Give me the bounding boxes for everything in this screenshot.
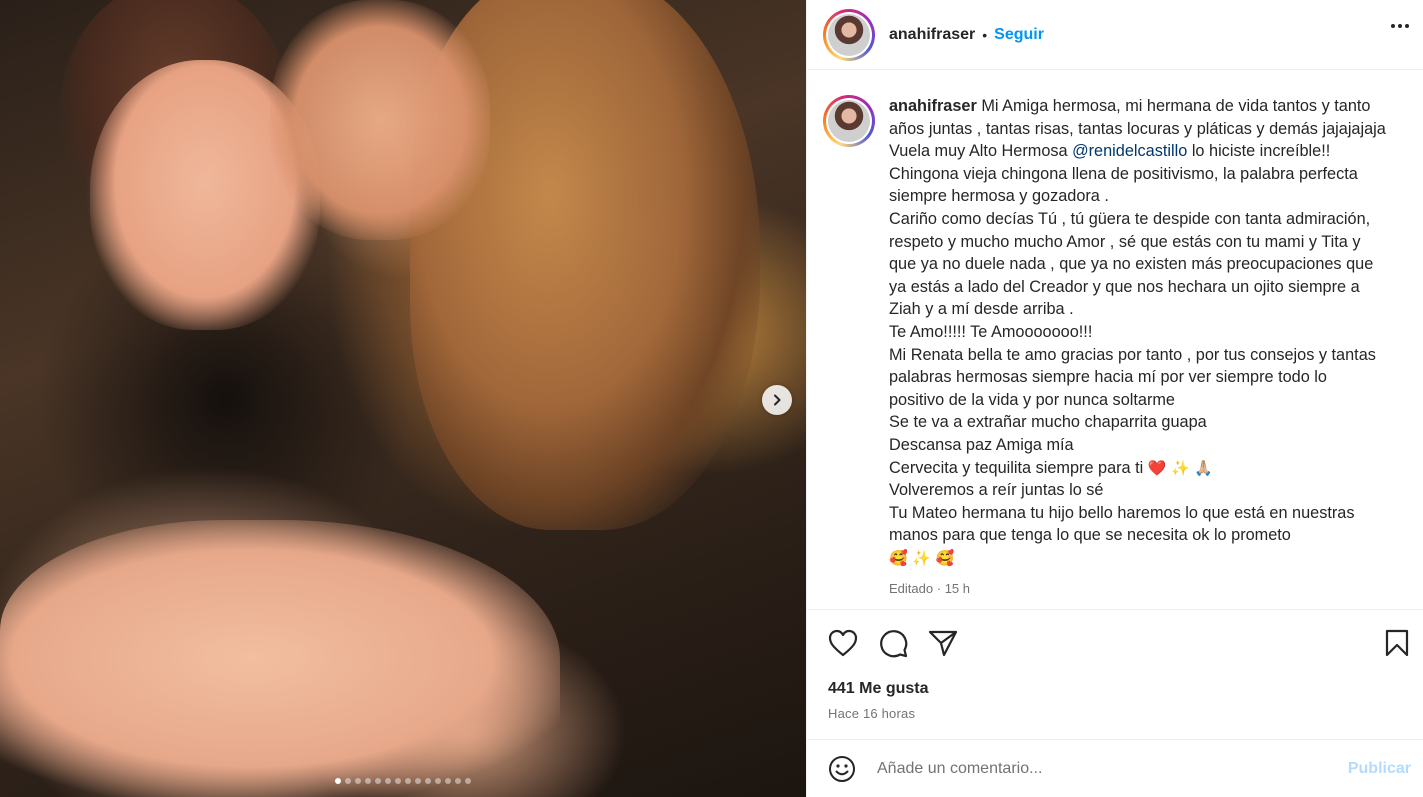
actions-section: 441 Me gusta Hace 16 horas [807,609,1423,721]
caption-line: anahifraser Mi Amiga hermosa, mi hermana… [889,95,1409,118]
carousel-dot [375,778,381,784]
caption-line: respeto y mucho mucho Amor , sé que está… [889,232,1361,251]
photo-shape [0,520,560,797]
caption-line: Se te va a extrañar mucho chaparrita gua… [889,413,1207,432]
publish-button[interactable]: Publicar [1348,760,1411,778]
send-icon [928,630,958,657]
carousel-dot [435,778,441,784]
caption-line-text: Vuela muy Alto Hermosa [889,142,1068,161]
avatar[interactable] [823,8,875,61]
likes-count[interactable]: 441 Me gusta [828,680,928,698]
caption-line: Vuela muy Alto Hermosa @renidelcastillo … [889,140,1409,163]
heart-emoji: ❤️ [1147,458,1167,477]
smiling-hearts-emoji: 🥰 [935,548,955,567]
edited-time[interactable]: 15 h [945,581,970,596]
caption-line: Tu Mateo hermana tu hijo bello haremos l… [889,503,1355,522]
carousel-dot [365,778,371,784]
like-button[interactable] [827,627,859,659]
caption-line: Te Amo!!!!! Te Amooooooo!!! [889,322,1093,341]
caption-line: Cervecita y tequilita siempre para ti ❤️… [889,457,1409,480]
comment-icon [880,630,908,658]
carousel-dot [445,778,451,784]
post-timestamp[interactable]: Hace 16 horas [828,706,915,721]
share-button[interactable] [927,627,959,659]
carousel-dot [455,778,461,784]
caption-line-text: Cervecita y tequilita siempre para ti [889,458,1144,477]
comment-button[interactable] [877,627,909,659]
carousel-dot [465,778,471,784]
carousel-dot [345,778,351,784]
caption-line: palabras hermosas siempre hacia mí por v… [889,368,1327,387]
caption-line: Descansa paz Amiga mía [889,435,1074,454]
carousel-dot [395,778,401,784]
smiling-hearts-emoji: 🥰 [889,548,908,567]
post-photo[interactable] [0,0,806,797]
caption-meta: Editado · 15 h [889,578,1409,601]
caption-line-text: Mi Amiga hermosa, mi hermana de vida tan… [981,97,1371,115]
emoji-picker-button[interactable] [827,754,857,784]
follow-button[interactable]: Seguir [994,26,1044,44]
header-separator: • [982,26,988,43]
sparkles-emoji: ✨ [912,548,931,567]
author-username[interactable]: anahifraser [889,26,975,44]
comment-input[interactable] [877,759,1317,778]
caption-username[interactable]: anahifraser [889,97,977,115]
caption-line: ya estás a lado del Creador y que nos he… [889,277,1360,296]
bookmark-icon [1385,629,1409,657]
caption-avatar[interactable] [823,95,875,147]
caption-line: que ya no duele nada , que ya no existen… [889,255,1374,274]
more-options-icon[interactable] [1391,24,1409,28]
caption-line: siempre hermosa y gozadora . [889,187,1109,206]
carousel-next-button[interactable] [762,385,792,415]
avatar-image [828,100,870,142]
carousel-dot [355,778,361,784]
post-header: anahifraser • Seguir [807,0,1423,70]
edited-label: Editado [889,581,934,597]
save-button[interactable] [1381,627,1413,659]
post-details-panel: anahifraser • Seguir anahifraser Mi Amig… [806,0,1423,797]
caption-line: 🥰 ✨ 🥰 [889,547,1409,570]
caption-line-text: lo hiciste increíble!! [1191,142,1331,161]
caption-line: manos para que tenga lo que se necesita … [889,526,1291,545]
smiley-icon [829,755,855,782]
carousel-dot [335,778,341,784]
heart-icon [828,629,858,657]
carousel-indicator [0,778,806,784]
caption-line: años juntas , tantas risas, tantas locur… [889,119,1386,138]
photo-shape [270,0,490,240]
carousel-dot [415,778,421,784]
sparkles-emoji: ✨ [1171,458,1190,477]
caption-line: Volveremos a reír juntas lo sé [889,481,1104,500]
post-caption: anahifraser Mi Amiga hermosa, mi hermana… [823,95,1413,601]
avatar-image [828,13,870,56]
caption-text: anahifraser Mi Amiga hermosa, mi hermana… [889,95,1409,601]
avatar-border [826,11,872,58]
meta-separator: · [936,581,942,597]
avatar-border [826,98,872,144]
carousel-dot [405,778,411,784]
caption-line: Cariño como decías Tú , tú güera te desp… [889,209,1371,228]
caption-line: positivo de la vida y por nunca soltarme [889,390,1175,409]
carousel-dot [385,778,391,784]
carousel-dot [425,778,431,784]
add-comment-section: Publicar [807,739,1423,797]
caption-line: Mi Renata bella te amo gracias por tanto… [889,345,1376,364]
caption-line: Ziah y a mí desde arriba . [889,300,1074,319]
mention-link[interactable]: @renidelcastillo [1072,142,1187,160]
action-buttons [807,610,1423,676]
chevron-right-icon [774,394,781,406]
praying-hands-emoji: 🙏🏼 [1194,458,1213,477]
caption-line: Chingona vieja chingona llena de positiv… [889,164,1358,183]
